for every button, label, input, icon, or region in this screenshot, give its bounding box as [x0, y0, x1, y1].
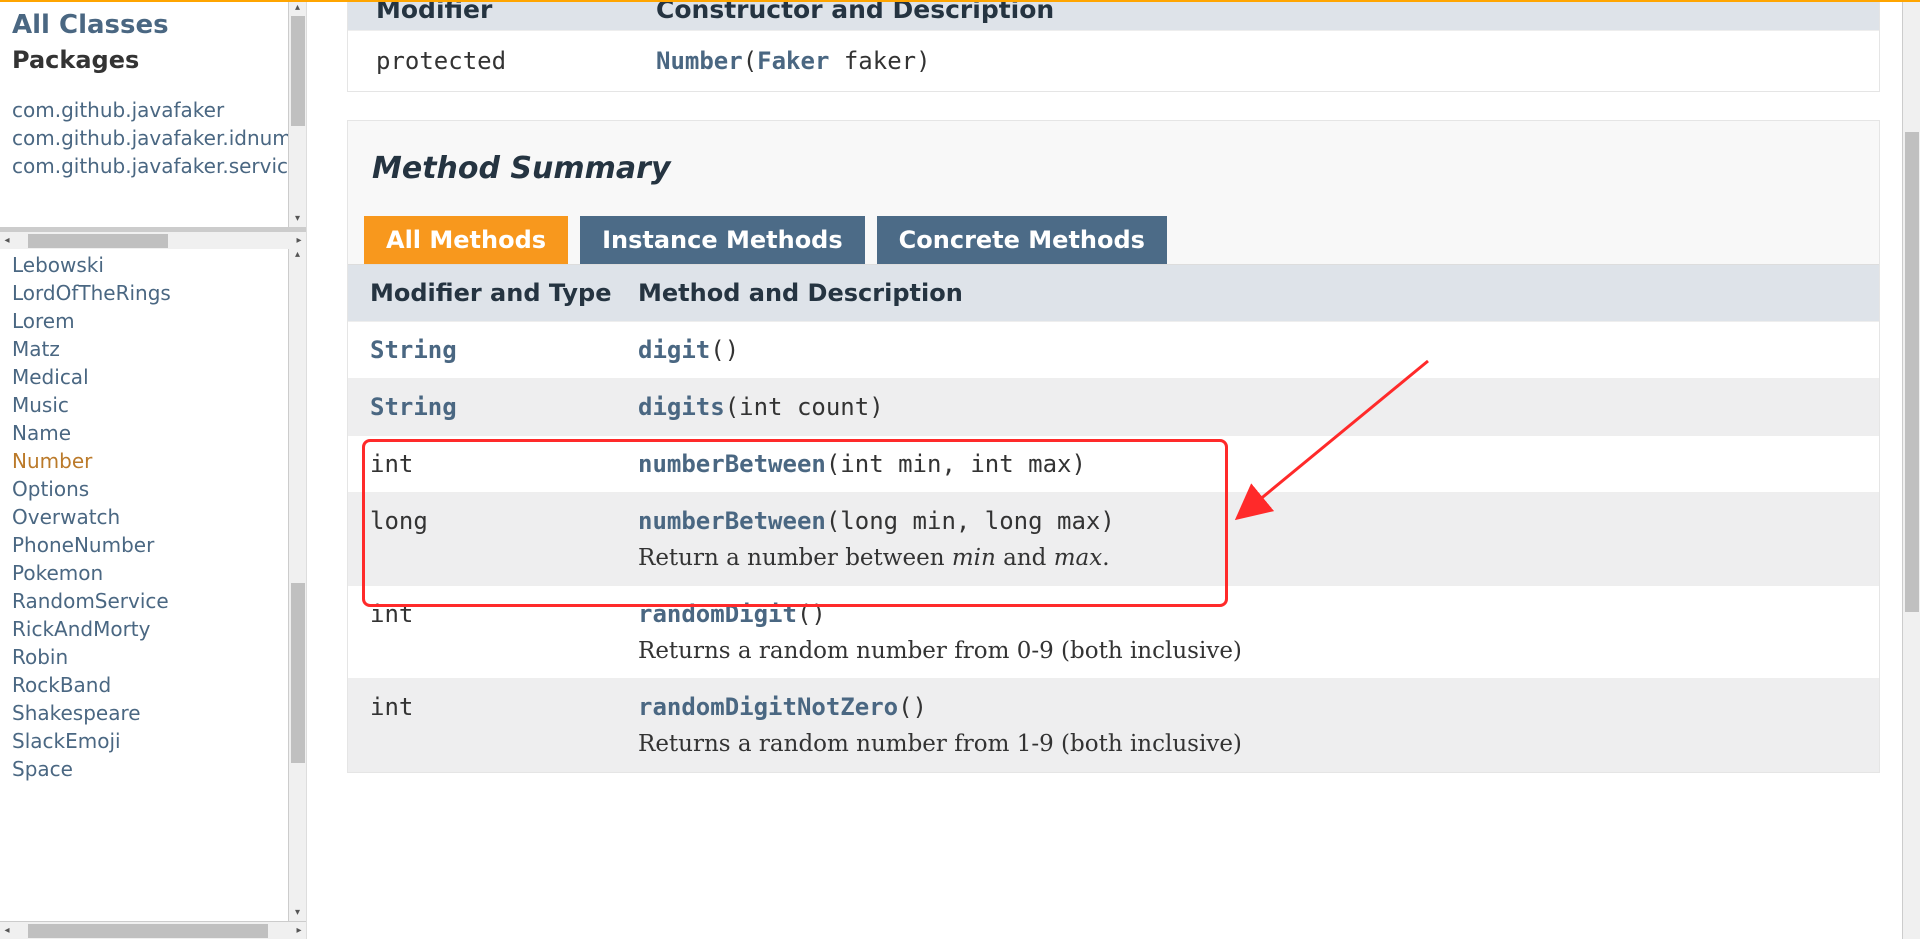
method-link[interactable]: numberBetween [638, 507, 826, 535]
method-signature: numberBetween(int min, int max) [638, 450, 1857, 478]
method-summary-title: Method Summary [348, 121, 1879, 200]
method-table-header: Modifier and Type Method and Description [348, 265, 1879, 322]
class-link-lordoftherings[interactable]: LordOfTheRings [12, 279, 294, 307]
all-classes-link[interactable]: All Classes [12, 10, 169, 40]
method-type: int [348, 436, 628, 492]
type-link[interactable]: String [370, 336, 457, 364]
tab-instance-methods[interactable]: Instance Methods [580, 216, 865, 264]
class-link-number[interactable]: Number [12, 447, 294, 475]
method-description: Return a number between min and max. [638, 545, 1857, 571]
method-row: String digits(int count) [348, 379, 1879, 436]
method-desc-cell: numberBetween(int min, int max) [628, 436, 1879, 492]
method-signature: randomDigitNotZero() [638, 693, 1857, 721]
packages-hscroll[interactable]: ◂▸ [0, 231, 306, 249]
method-type: String [348, 379, 628, 435]
method-desc-cell: numberBetween(long min, long max) Return … [628, 493, 1879, 585]
method-header-desc: Method and Description [628, 265, 1879, 321]
packages-vscroll[interactable]: ▴▾ [288, 2, 306, 227]
classes-pane: ▴▾ LebowskiLordOfTheRingsLoremMatzMedica… [0, 249, 306, 921]
main-content: Modifier Constructor and Description pro… [307, 2, 1920, 939]
method-signature: digit() [638, 336, 1857, 364]
type-link[interactable]: String [370, 393, 457, 421]
class-link-shakespeare[interactable]: Shakespeare [12, 699, 294, 727]
classes-vscroll[interactable]: ▴▾ [288, 249, 306, 921]
method-link[interactable]: numberBetween [638, 450, 826, 478]
method-row: int randomDigit() Returns a random number … [348, 586, 1879, 679]
method-row: String digit() [348, 322, 1879, 379]
package-list: com.github.javafakercom.github.javafaker… [12, 96, 294, 180]
tab-all-methods[interactable]: All Methods [364, 216, 568, 264]
class-list: LebowskiLordOfTheRingsLoremMatzMedicalMu… [12, 251, 294, 783]
method-row: int randomDigitNotZero() Returns a random … [348, 679, 1879, 772]
class-link-music[interactable]: Music [12, 391, 294, 419]
constructor-header-desc: Constructor and Description [656, 2, 1054, 24]
class-link-lebowski[interactable]: Lebowski [12, 251, 294, 279]
class-link-matz[interactable]: Matz [12, 335, 294, 363]
package-link[interactable]: com.github.javafaker.service [12, 152, 294, 180]
method-desc-cell: randomDigitNotZero() Returns a random num… [628, 679, 1879, 771]
constructor-summary-header: Modifier Constructor and Description [348, 2, 1879, 30]
method-desc-cell: randomDigit() Returns a random number fro… [628, 586, 1879, 678]
tab-concrete-methods[interactable]: Concrete Methods [877, 216, 1167, 264]
method-link[interactable]: digits [638, 393, 725, 421]
method-summary-block: Method Summary All MethodsInstance Metho… [347, 120, 1880, 773]
class-link-pokemon[interactable]: Pokemon [12, 559, 294, 587]
method-signature: digits(int count) [638, 393, 1857, 421]
class-link-name[interactable]: Name [12, 419, 294, 447]
class-link-randomservice[interactable]: RandomService [12, 587, 294, 615]
method-tabs: All MethodsInstance MethodsConcrete Meth… [348, 200, 1879, 264]
method-signature: randomDigit() [638, 600, 1857, 628]
method-description: Returns a random number from 0-9 (both i… [638, 638, 1857, 664]
faker-type-link[interactable]: Faker [757, 47, 829, 75]
constructor-signature: Number(Faker faker) [656, 47, 931, 75]
constructor-row: protected Number(Faker faker) [348, 30, 1879, 91]
class-link-slackemoji[interactable]: SlackEmoji [12, 727, 294, 755]
main-vscroll[interactable] [1902, 2, 1920, 939]
class-link-space[interactable]: Space [12, 755, 294, 783]
method-type: int [348, 586, 628, 678]
class-link-rickandmorty[interactable]: RickAndMorty [12, 615, 294, 643]
class-link-options[interactable]: Options [12, 475, 294, 503]
sidebar: ▴▾ All Classes Packages com.github.javaf… [0, 2, 307, 939]
method-link[interactable]: randomDigitNotZero [638, 693, 898, 721]
method-row: long numberBetween(long min, long max) Ret… [348, 493, 1879, 586]
class-link-medical[interactable]: Medical [12, 363, 294, 391]
method-link[interactable]: randomDigit [638, 600, 797, 628]
classes-hscroll[interactable]: ◂▸ [0, 921, 306, 939]
method-link[interactable]: digit [638, 336, 710, 364]
method-table: Modifier and Type Method and Description… [348, 264, 1879, 772]
constructor-modifier: protected [376, 47, 656, 75]
method-desc-cell: digits(int count) [628, 379, 1879, 435]
method-type: long [348, 493, 628, 585]
method-type: String [348, 322, 628, 378]
packages-pane: ▴▾ All Classes Packages com.github.javaf… [0, 2, 306, 231]
constructor-summary-block: Modifier Constructor and Description pro… [347, 2, 1880, 92]
constructor-header-modifier: Modifier [376, 2, 656, 24]
class-link-robin[interactable]: Robin [12, 643, 294, 671]
constructor-link[interactable]: Number [656, 47, 743, 75]
class-link-rockband[interactable]: RockBand [12, 671, 294, 699]
method-signature: numberBetween(long min, long max) [638, 507, 1857, 535]
method-description: Returns a random number from 1-9 (both i… [638, 731, 1857, 757]
packages-heading: Packages [12, 46, 294, 74]
class-link-phonenumber[interactable]: PhoneNumber [12, 531, 294, 559]
class-link-overwatch[interactable]: Overwatch [12, 503, 294, 531]
method-desc-cell: digit() [628, 322, 1879, 378]
method-type: int [348, 679, 628, 771]
class-link-lorem[interactable]: Lorem [12, 307, 294, 335]
package-link[interactable]: com.github.javafaker [12, 96, 294, 124]
method-row: int numberBetween(int min, int max) [348, 436, 1879, 493]
package-link[interactable]: com.github.javafaker.idnumbers [12, 124, 294, 152]
method-header-type: Modifier and Type [348, 265, 628, 321]
